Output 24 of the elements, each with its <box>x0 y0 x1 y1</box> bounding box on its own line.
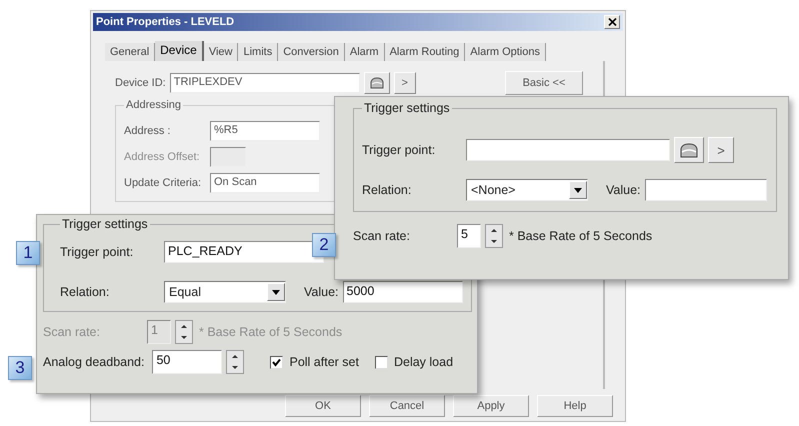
window-title: Point Properties - LEVELD <box>96 16 234 28</box>
field-label: Relation: <box>60 285 110 299</box>
field-label: Value: <box>304 285 339 299</box>
step-badge: 1 <box>16 241 40 265</box>
field-label: Update Criteria: <box>124 177 202 189</box>
checkbox-label: Delay load <box>394 355 454 369</box>
group-title: Addressing <box>125 99 182 111</box>
field-label: Value: <box>606 183 641 197</box>
field-label: Address : <box>124 125 172 137</box>
field-label: Trigger point: <box>60 245 134 259</box>
field-label: Address Offset: <box>124 151 201 163</box>
field-label: Relation: <box>362 183 412 197</box>
field-label: Scan rate: <box>43 325 101 339</box>
field-label: Analog deadband: <box>43 355 144 369</box>
note-text: * Base Rate of 5 Seconds <box>199 325 342 339</box>
note-text: * Base Rate of 5 Seconds <box>509 229 652 243</box>
checkbox-label: Poll after set <box>289 355 359 369</box>
field-label: Trigger point: <box>362 143 436 157</box>
group-title: Trigger settings <box>363 101 451 115</box>
field-label: Scan rate: <box>353 229 411 243</box>
step-badge: 3 <box>8 356 32 380</box>
field-label: Device ID: <box>115 77 166 89</box>
step-badge: 2 <box>312 233 336 257</box>
group-title: Trigger settings <box>61 217 149 231</box>
